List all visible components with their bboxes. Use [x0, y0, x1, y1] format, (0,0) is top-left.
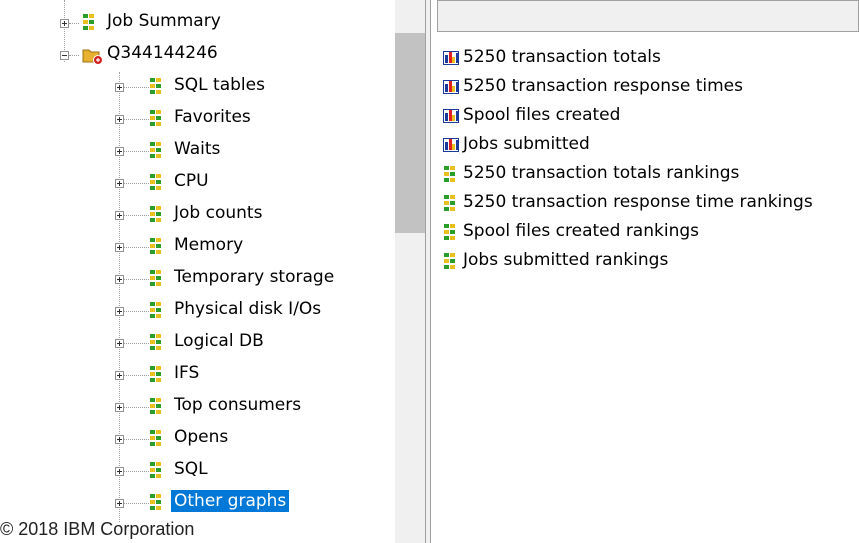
tree-connector — [124, 471, 149, 472]
tree-connector — [124, 503, 149, 504]
tree-connector — [124, 247, 149, 248]
chart-icon — [443, 109, 459, 123]
tree-node-label: CPU — [174, 171, 209, 191]
tree-node-label: Job Summary — [107, 11, 221, 31]
expand-icon[interactable] — [115, 243, 124, 252]
folder-icon — [82, 46, 103, 65]
grid-icon — [150, 398, 164, 414]
list-item[interactable]: 5250 transaction totals rankings — [443, 163, 853, 185]
tree-connector — [124, 215, 149, 216]
list-item[interactable]: Jobs submitted rankings — [443, 250, 853, 272]
grid-icon — [150, 238, 164, 254]
scroll-thumb[interactable] — [395, 33, 425, 233]
chart-icon — [443, 51, 459, 65]
tree-node-label: Other graphs — [171, 490, 290, 512]
tree-connector — [124, 279, 149, 280]
chart-icon — [443, 80, 459, 94]
grid-icon — [150, 302, 164, 318]
expand-icon[interactable] — [115, 275, 124, 284]
tree-node-label: Physical disk I/Os — [174, 299, 322, 319]
list-item-label: 5250 transaction response time rankings — [463, 192, 813, 212]
tree-connector — [124, 439, 149, 440]
grid-icon — [444, 195, 458, 211]
tree-connector — [124, 343, 149, 344]
list-item[interactable]: 5250 transaction response times — [443, 76, 853, 98]
tree-connector — [69, 55, 79, 56]
expand-icon[interactable] — [115, 435, 124, 444]
copyright-text: © 2018 IBM Corporation — [0, 519, 195, 539]
tree-connector — [124, 375, 149, 376]
tree-node-label: Q344144246 — [107, 43, 218, 63]
grid-icon — [150, 334, 164, 350]
list-item-label: Spool files created — [463, 105, 621, 125]
grid-icon — [150, 206, 164, 222]
expand-icon[interactable] — [115, 83, 124, 92]
expand-icon[interactable] — [115, 211, 124, 220]
list-item[interactable]: Spool files created — [443, 105, 853, 127]
list-item-label: 5250 transaction totals — [463, 47, 661, 67]
tree-node-label: SQL tables — [174, 75, 265, 95]
expand-icon[interactable] — [115, 403, 124, 412]
expand-icon[interactable] — [115, 339, 124, 348]
grid-icon — [444, 166, 458, 182]
tree-node-label: IFS — [174, 363, 200, 383]
tree-connector — [124, 311, 149, 312]
grid-icon — [150, 430, 164, 446]
grid-icon — [150, 142, 164, 158]
grid-icon — [150, 78, 164, 94]
grid-icon — [150, 462, 164, 478]
grid-icon — [444, 253, 458, 269]
tree-node-label: Temporary storage — [174, 267, 335, 287]
tree-node-label: SQL — [174, 459, 208, 479]
expand-icon[interactable] — [115, 499, 124, 508]
list-item[interactable]: Jobs submitted — [443, 134, 853, 156]
tree-node-label: Opens — [174, 427, 229, 447]
grid-icon — [150, 270, 164, 286]
grid-icon — [83, 14, 97, 30]
tree-connector — [124, 151, 149, 152]
expand-icon[interactable] — [60, 19, 69, 28]
tree-connector — [124, 87, 149, 88]
tree-node-label: Memory — [174, 235, 244, 255]
tree-connector — [119, 72, 120, 522]
tree-node-label: Waits — [174, 139, 221, 159]
tree-node-label: Top consumers — [174, 395, 302, 415]
expand-icon[interactable] — [115, 179, 124, 188]
list-item-label: Jobs submitted rankings — [463, 250, 669, 270]
expand-icon[interactable] — [115, 115, 124, 124]
tree-connector — [124, 183, 149, 184]
list-item[interactable]: 5250 transaction totals — [443, 47, 853, 69]
tree-connector — [124, 407, 149, 408]
tree-connector — [124, 119, 149, 120]
tree-node-label: Job counts — [174, 203, 263, 223]
column-header[interactable] — [437, 0, 859, 32]
grid-icon — [150, 366, 164, 382]
tree-view[interactable]: Job Summary Q344144246 SQL tables Favorit… — [0, 0, 395, 543]
tree-node-label: Logical DB — [174, 331, 264, 351]
collapse-icon[interactable] — [60, 51, 69, 60]
expand-icon[interactable] — [115, 307, 124, 316]
grid-icon — [150, 494, 164, 510]
grid-icon — [444, 224, 458, 240]
expand-icon[interactable] — [115, 371, 124, 380]
vertical-scrollbar[interactable] — [395, 0, 425, 543]
expand-icon[interactable] — [115, 147, 124, 156]
chart-icon — [443, 138, 459, 152]
list-item-label: Jobs submitted — [463, 134, 590, 154]
grid-icon — [150, 174, 164, 190]
tree-node-label: Favorites — [174, 107, 251, 127]
tree-connector — [69, 23, 79, 24]
list-pane: 5250 transaction totals 5250 transaction … — [431, 0, 859, 543]
list-item[interactable]: Spool files created rankings — [443, 221, 853, 243]
list-item-label: 5250 transaction response times — [463, 76, 743, 96]
list-item-label: 5250 transaction totals rankings — [463, 163, 740, 183]
list-item-label: Spool files created rankings — [463, 221, 699, 241]
expand-icon[interactable] — [115, 467, 124, 476]
list-item[interactable]: 5250 transaction response time rankings — [443, 192, 853, 214]
grid-icon — [150, 110, 164, 126]
